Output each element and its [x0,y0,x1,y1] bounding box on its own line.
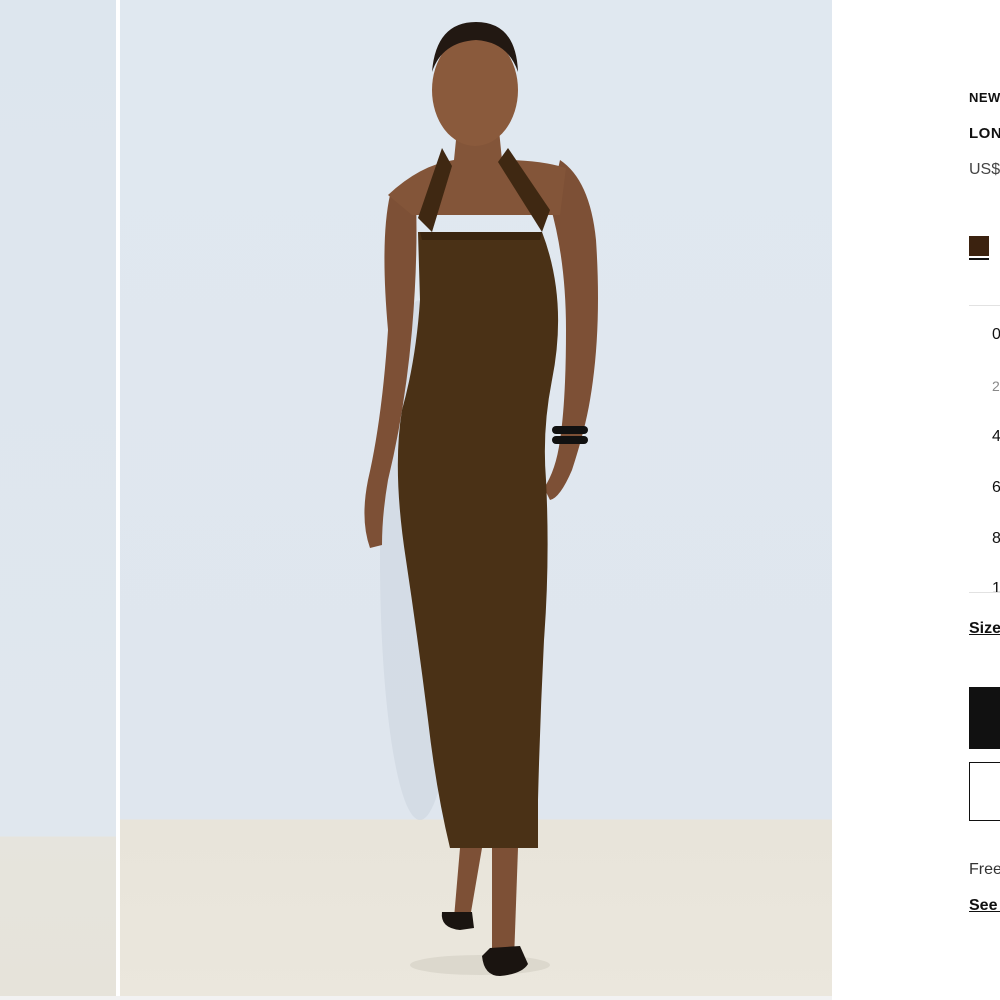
size-option[interactable]: 0 [992,326,1000,344]
product-info-panel: NEW LONG HALTER DRESS US$49.99 0 2 4 6 8… [969,0,1000,1000]
gallery-image-previous[interactable] [0,0,116,996]
shipping-info: Free shipping on orders over [969,861,1000,878]
size-option[interactable]: 8 [992,530,1000,548]
favorite-button[interactable] [969,762,1000,821]
product-price: US$49.99 [969,161,1000,178]
size-option-unavailable[interactable]: 2 [992,378,1000,394]
size-option[interactable]: 6 [992,479,1000,497]
size-option[interactable]: 4 [992,428,1000,446]
size-list[interactable]: 0 2 4 6 8 10 [969,306,1000,592]
new-badge: NEW [969,90,1000,105]
size-option[interactable]: 10 [992,580,1000,592]
add-to-bag-button[interactable] [969,687,1000,749]
model-illustration [364,22,598,976]
size-guide-link[interactable]: Size guide [969,620,1000,638]
selected-color-indicator [969,258,989,260]
gallery-image-main[interactable] [120,0,832,996]
product-title: LONG HALTER DRESS [969,125,1000,142]
see-more-link[interactable]: See more [969,897,1000,915]
gallery-strip [0,996,832,1000]
divider [969,592,1000,593]
color-swatch-brown[interactable] [969,236,989,256]
